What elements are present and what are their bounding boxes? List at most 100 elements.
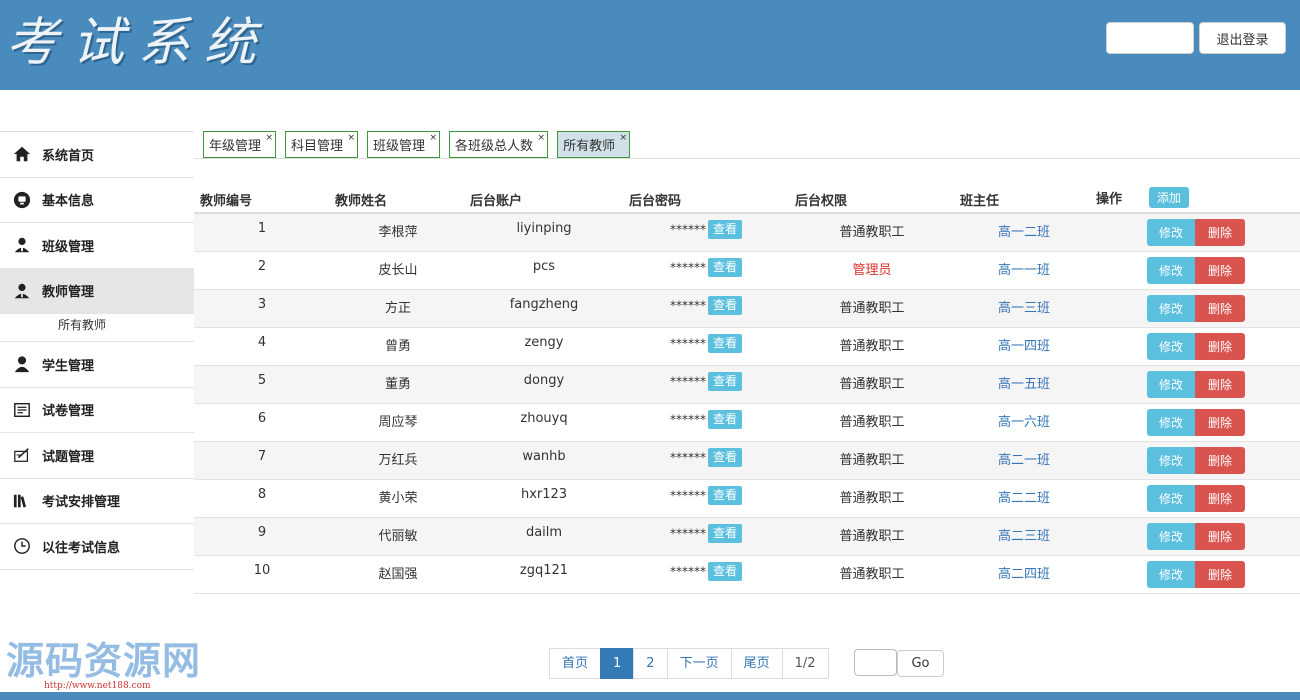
row-actions: 修改 删除 <box>1147 295 1245 322</box>
page-2-link[interactable]: 2 <box>633 648 668 679</box>
edit-button[interactable]: 修改 <box>1147 257 1195 284</box>
add-teacher-button[interactable]: 添加 <box>1149 187 1189 208</box>
close-icon[interactable]: × <box>620 134 628 143</box>
head-teacher-class-link[interactable]: 高二二班 <box>974 487 1074 506</box>
head-teacher-class-link[interactable]: 高二三班 <box>974 525 1074 544</box>
delete-button[interactable]: 删除 <box>1195 409 1245 436</box>
delete-button[interactable]: 删除 <box>1195 485 1245 512</box>
teacher-role: 普通教职工 <box>839 529 905 544</box>
tab-class-totals[interactable]: 各班级总人数 × <box>449 131 549 158</box>
delete-button[interactable]: 删除 <box>1195 561 1245 588</box>
table-row: 8 黄小荣 hxr123 ****** 查看 普通教职工 高二二班 修改 删除 <box>194 480 1300 518</box>
sidebar-item-question-management[interactable]: 试题管理 <box>0 433 194 479</box>
teacher-account: zgq121 <box>519 563 569 578</box>
delete-button[interactable]: 删除 <box>1195 333 1245 360</box>
sidebar-item-label: 基本信息 <box>42 194 95 210</box>
password-cell: ****** 查看 <box>670 372 743 391</box>
view-password-button[interactable]: 查看 <box>708 372 743 391</box>
head-teacher-class-link[interactable]: 高二四班 <box>974 563 1074 582</box>
sidebar-item-exam-schedule[interactable]: 考试安排管理 <box>0 479 194 524</box>
sidebar: 系统首页 基本信息 班级管理 教师管理 所有教师 学生管理 试卷管理 试题管理 … <box>0 131 194 570</box>
tab-all-teachers[interactable]: 所有教师 × <box>557 131 631 158</box>
sidebar-item-label: 试题管理 <box>42 449 95 465</box>
row-actions: 修改 删除 <box>1147 219 1245 246</box>
header-teacher-id: 教师编号 <box>200 194 253 209</box>
page-next-link[interactable]: 下一页 <box>666 648 732 679</box>
teacher-account: fangzheng <box>509 297 579 312</box>
edit-button[interactable]: 修改 <box>1147 333 1195 360</box>
tab-label: 所有教师 <box>563 139 616 154</box>
tab-subject-management[interactable]: 科目管理 × <box>285 131 359 158</box>
sidebar-subitem-all-teachers[interactable]: 所有教师 <box>0 314 194 342</box>
password-mask: ****** <box>670 526 706 541</box>
head-teacher-class-link[interactable]: 高一五班 <box>974 373 1074 392</box>
head-teacher-class-link[interactable]: 高一一班 <box>974 259 1074 278</box>
page-number-input[interactable] <box>854 649 897 676</box>
header-password: 后台密码 <box>629 194 682 209</box>
password-mask: ****** <box>670 260 706 275</box>
sidebar-item-past-exams[interactable]: 以往考试信息 <box>0 524 194 570</box>
view-password-button[interactable]: 查看 <box>708 220 743 239</box>
delete-button[interactable]: 删除 <box>1195 219 1245 246</box>
user-name-box[interactable] <box>1106 22 1194 54</box>
logout-button[interactable]: 退出登录 <box>1199 22 1286 54</box>
view-password-button[interactable]: 查看 <box>708 258 743 277</box>
edit-button[interactable]: 修改 <box>1147 219 1195 246</box>
teacher-role: 普通教职工 <box>839 339 905 354</box>
delete-button[interactable]: 删除 <box>1195 523 1245 550</box>
pagination: 首页 1 2 下一页 尾页 1/2 <box>549 648 829 679</box>
head-teacher-class-link[interactable]: 高一二班 <box>974 221 1074 240</box>
head-teacher-class-link[interactable]: 高二一班 <box>974 449 1074 468</box>
sidebar-item-paper-management[interactable]: 试卷管理 <box>0 388 194 433</box>
view-password-button[interactable]: 查看 <box>708 296 743 315</box>
sidebar-item-home[interactable]: 系统首页 <box>0 132 194 178</box>
delete-button[interactable]: 删除 <box>1195 257 1245 284</box>
teacher-account: pcs <box>532 259 556 274</box>
edit-button[interactable]: 修改 <box>1147 409 1195 436</box>
edit-button[interactable]: 修改 <box>1147 371 1195 398</box>
close-icon[interactable]: × <box>265 134 273 143</box>
edit-button[interactable]: 修改 <box>1147 561 1195 588</box>
sidebar-item-teacher-management[interactable]: 教师管理 <box>0 268 194 314</box>
teacher-name: 周应琴 <box>378 415 418 430</box>
head-teacher-class-link[interactable]: 高一六班 <box>974 411 1074 430</box>
view-password-button[interactable]: 查看 <box>708 334 743 353</box>
users-icon <box>12 281 32 301</box>
page-last-link[interactable]: 尾页 <box>730 648 783 679</box>
view-password-button[interactable]: 查看 <box>708 524 743 543</box>
tab-class-management[interactable]: 班级管理 × <box>367 131 441 158</box>
delete-button[interactable]: 删除 <box>1195 371 1245 398</box>
page-first-link[interactable]: 首页 <box>549 648 602 679</box>
view-password-button[interactable]: 查看 <box>708 410 743 429</box>
sidebar-item-basic-info[interactable]: 基本信息 <box>0 178 194 223</box>
delete-button[interactable]: 删除 <box>1195 295 1245 322</box>
head-teacher-class-link[interactable]: 高一三班 <box>974 297 1074 316</box>
close-icon[interactable]: × <box>347 134 355 143</box>
sidebar-item-student-management[interactable]: 学生管理 <box>0 342 194 388</box>
edit-button[interactable]: 修改 <box>1147 485 1195 512</box>
tab-grade-management[interactable]: 年级管理 × <box>203 131 277 158</box>
row-actions: 修改 删除 <box>1147 485 1245 512</box>
tab-bar: 年级管理 × 科目管理 × 班级管理 × 各班级总人数 × 所有教师 × <box>203 131 639 159</box>
view-password-button[interactable]: 查看 <box>708 562 743 581</box>
close-icon[interactable]: × <box>538 134 546 143</box>
go-button[interactable]: Go <box>897 650 944 677</box>
page-1-link[interactable]: 1 <box>600 648 635 679</box>
edit-button[interactable]: 修改 <box>1147 447 1195 474</box>
delete-button[interactable]: 删除 <box>1195 447 1245 474</box>
teacher-id: 6 <box>257 411 267 426</box>
password-mask: ****** <box>670 412 706 427</box>
watermark-url: http://www.net188.com <box>44 681 151 691</box>
close-icon[interactable]: × <box>430 134 438 143</box>
view-password-button[interactable]: 查看 <box>708 448 743 467</box>
teacher-role: 普通教职工 <box>839 415 905 430</box>
sidebar-item-class-management[interactable]: 班级管理 <box>0 223 194 269</box>
teacher-role: 普通教职工 <box>839 301 905 316</box>
teacher-account: zengy <box>524 335 564 350</box>
head-teacher-class-link[interactable]: 高一四班 <box>974 335 1074 354</box>
edit-button[interactable]: 修改 <box>1147 523 1195 550</box>
teacher-id: 5 <box>257 373 267 388</box>
view-password-button[interactable]: 查看 <box>708 486 743 505</box>
edit-button[interactable]: 修改 <box>1147 295 1195 322</box>
password-cell: ****** 查看 <box>670 258 743 277</box>
